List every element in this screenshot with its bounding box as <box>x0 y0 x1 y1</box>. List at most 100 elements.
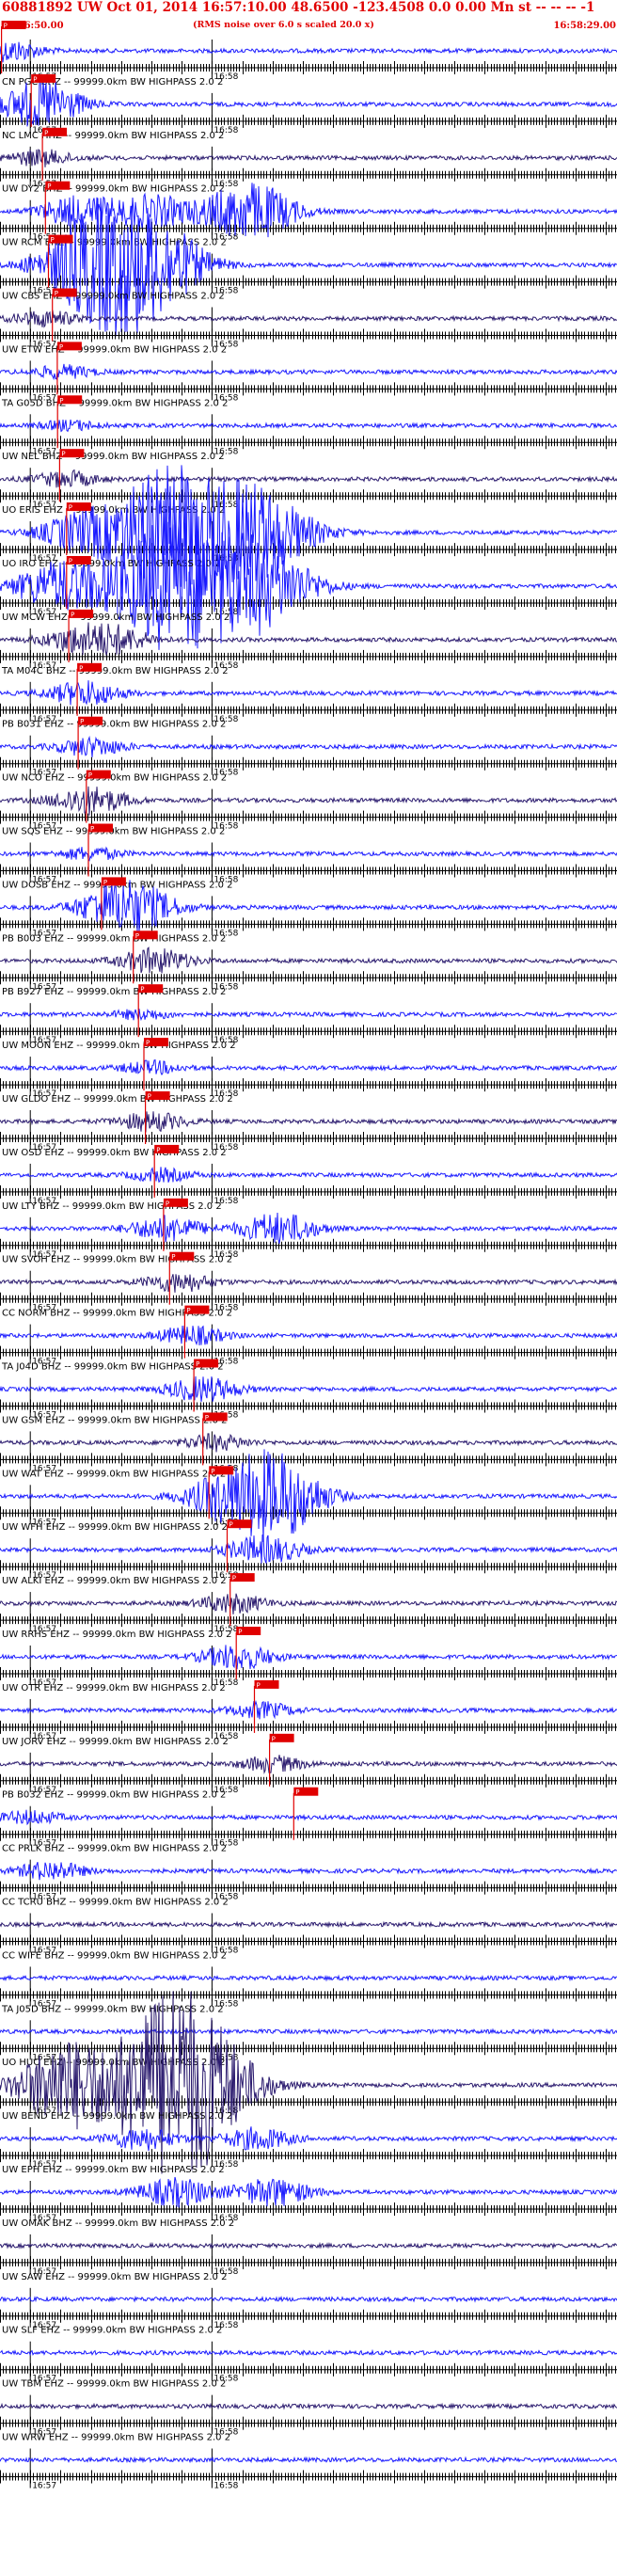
pick-label: P <box>79 664 83 672</box>
waveform-trace <box>0 2027 617 2036</box>
pick-label: P <box>257 1681 261 1689</box>
waveform-trace <box>0 1009 617 1022</box>
pick-label: P <box>69 504 72 512</box>
pick-label: P <box>47 183 51 190</box>
pick-label: P <box>88 771 92 779</box>
pick-label: P <box>148 1093 151 1101</box>
waveform-trace <box>0 469 617 488</box>
channel-label: UW BEND EHZ -- 99999.0km BW HIGHPASS 2.0… <box>2 2111 232 2122</box>
waveform-trace <box>0 419 617 433</box>
channel-label: UW MOON EHZ -- 99999.0km BW HIGHPASS 2.0… <box>2 1041 236 1051</box>
waveform-trace <box>0 1700 617 1720</box>
waveform-trace <box>0 1433 617 1453</box>
pick-label: P <box>61 451 65 458</box>
channel-label: PB B003 EHZ -- 99999.0km BW HIGHPASS 2.0… <box>2 933 226 944</box>
channel-label: PB B927 EHZ -- 99999.0km BW HIGHPASS 2.0… <box>2 987 226 997</box>
channel-label: NC LMC HHZ -- 99999.0km BW HIGHPASS 2.0 … <box>2 131 224 141</box>
channel-label: UW RCM EHZ -- 99999.0km BW HIGHPASS 2.0 … <box>2 238 227 248</box>
waveform-trace <box>0 2126 617 2152</box>
pick-label: P <box>140 986 144 994</box>
pick-label: P <box>71 611 74 618</box>
waveform-trace <box>0 1755 617 1774</box>
channel-label: UW ALKI EHZ -- 99999.0km BW HIGHPASS 2.0… <box>2 1576 227 1586</box>
channel-label: UW GSM EHZ -- 99999.0km BW HIGHPASS 2.0 … <box>2 1415 227 1425</box>
channel-label: UW MCW EHZ -- 99999.0km BW HIGHPASS 2.0 … <box>2 612 229 623</box>
channel-label: UW GLDO EHZ -- 99999.0km BW HIGHPASS 2.0… <box>2 1094 233 1105</box>
pick-label: P <box>59 343 63 351</box>
waveform-trace <box>0 1058 617 1076</box>
channel-label: UW EPH EHZ -- 99999.0km BW HIGHPASS 2.0 … <box>2 2165 225 2175</box>
waveform-trace <box>0 846 617 862</box>
pick-label: P <box>166 1200 169 1207</box>
waveform-trace <box>0 2241 617 2250</box>
channel-label: UW SQS EHZ -- 99999.0km BW HIGHPASS 2.0 … <box>2 827 225 837</box>
waveform-trace <box>0 1212 617 1245</box>
channel-label: TA J04D BHZ -- 99999.0km BW HIGHPASS 2.0… <box>1 1362 224 1373</box>
waveform-trace <box>0 2456 617 2464</box>
waveform-trace <box>0 680 617 706</box>
channel-label: PB B031 EHZ -- 99999.0km BW HIGHPASS 2.0… <box>2 720 226 730</box>
pick-label: P <box>171 1253 175 1261</box>
minute-label: 16:58 <box>214 2482 238 2491</box>
waveform-trace <box>0 2402 617 2410</box>
waveform-trace <box>0 1111 617 1133</box>
channel-label: UW OMAK BHZ -- 99999.0km BW HIGHPASS 2.0… <box>2 2218 234 2229</box>
channel-label: UW SVOH EHZ -- 99999.0km BW HIGHPASS 2.0… <box>2 1255 232 1265</box>
channel-label: UW TBM EHZ -- 99999.0km BW HIGHPASS 2.0 … <box>2 2379 226 2390</box>
pick-label: P <box>146 1040 150 1047</box>
pick-label: P <box>205 1414 209 1422</box>
pick-label: P <box>55 290 58 297</box>
pick-label: P <box>229 1521 233 1529</box>
waveform-trace <box>0 41 617 63</box>
pick-label: P <box>80 718 84 725</box>
waveform-trace <box>0 1920 617 1929</box>
waveform-trace <box>0 1809 617 1826</box>
pick-label: P <box>135 932 139 940</box>
channel-label: CC WIFE BHZ -- 99999.0km BW HIGHPASS 2.0… <box>2 1950 227 1961</box>
channel-label: PB B032 EHZ -- 99999.0km BW HIGHPASS 2.0… <box>2 1790 226 1801</box>
waveform-trace <box>0 363 617 381</box>
waveform-trace <box>0 735 617 757</box>
channel-label: UW WRW EHZ -- 99999.0km BW HIGHPASS 2.0 … <box>2 2433 230 2443</box>
waveform-trace <box>0 1325 617 1346</box>
pick-label: P <box>232 1575 236 1582</box>
channel-label: UW OTR EHZ -- 99999.0km BW HIGHPASS 2.0 … <box>2 1683 226 1693</box>
channel-label: UW NEL BHZ -- 99999.0km BW HIGHPASS 2.0 … <box>2 452 225 462</box>
channel-label: UW NCO EHZ -- 99999.0km BW HIGHPASS 2.0 … <box>2 773 227 784</box>
channel-label: TA M04C BHZ -- 99999.0km BW HIGHPASS 2.0… <box>1 666 229 676</box>
channel-label: UW LTY BHZ -- 99999.0km BW HIGHPASS 2.0 … <box>2 1201 222 1212</box>
pick-label: P <box>59 397 63 405</box>
waveform-trace <box>0 2176 617 2208</box>
pick-label: P <box>103 879 107 886</box>
pick-label: P <box>51 236 55 244</box>
waveform-trace <box>0 1167 617 1184</box>
channel-label: UW SAW EHZ -- 99999.0km BW HIGHPASS 2.0 … <box>2 2272 227 2282</box>
waveform-trace <box>0 1974 617 1982</box>
waveform-trace <box>0 149 617 167</box>
channel-label: UW WFH EHZ -- 99999.0km BW HIGHPASS 2.0 … <box>2 1522 228 1533</box>
seismogram-plot: 16:5716:58P16:5716:58CN PGC BHZ -- 99999… <box>0 21 617 2491</box>
pick-label: P <box>238 1629 242 1636</box>
waveform-trace <box>0 1862 617 1881</box>
waveform-trace <box>0 1534 617 1564</box>
channel-label: UW OSD EHZ -- 99999.0km BW HIGHPASS 2.0 … <box>2 1148 227 1158</box>
waveform-trace <box>0 786 617 816</box>
channel-label: TA G05D BHZ -- 99999.0km BW HIGHPASS 2.0… <box>1 398 228 408</box>
waveform-trace <box>0 2296 617 2303</box>
pick-label: P <box>33 75 37 83</box>
channel-label: UW WAT EHZ -- 99999.0km BW HIGHPASS 2.0 … <box>2 1469 226 1479</box>
pick-label: P <box>295 1789 299 1796</box>
pick-label: P <box>90 825 94 833</box>
channel-label: UW SLF EHZ -- 99999.0km BW HIGHPASS 2.0 … <box>2 2326 222 2336</box>
channel-label: CC PRLK BHZ -- 99999.0km BW HIGHPASS 2.0… <box>2 1844 227 1854</box>
waveform-trace <box>0 1593 617 1614</box>
waveform-trace <box>0 2348 617 2357</box>
waveform-trace <box>0 1645 617 1670</box>
channel-label: UW RRHS EHZ -- 99999.0km BW HIGHPASS 2.0… <box>2 1630 232 1640</box>
pick-label: P <box>156 1146 160 1153</box>
pick-label: P <box>186 1307 190 1314</box>
channel-label: UW CBS EHZ -- 99999.0km BW HIGHPASS 2.0 … <box>2 292 225 302</box>
waveform-trace <box>0 310 617 328</box>
pick-label: P <box>211 1468 214 1475</box>
minute-label: 16:57 <box>32 2482 56 2491</box>
